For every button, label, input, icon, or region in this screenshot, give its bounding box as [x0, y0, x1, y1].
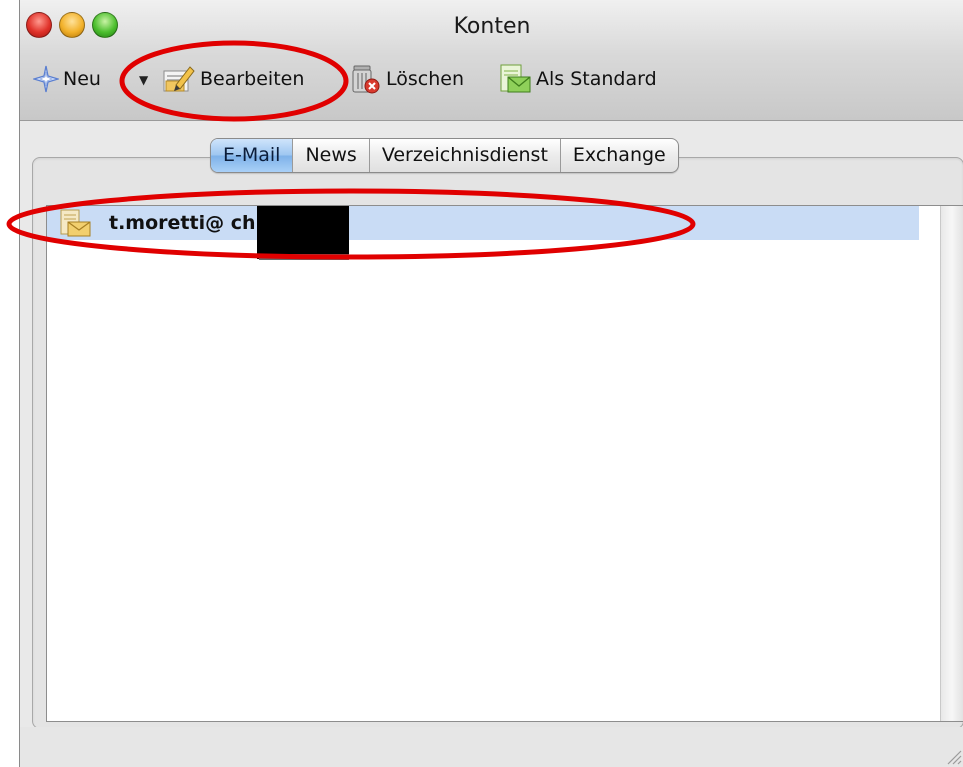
set-default-label: Als Standard	[536, 68, 657, 90]
tab-news[interactable]: News	[292, 139, 368, 172]
default-mail-icon	[498, 63, 532, 95]
set-default-button[interactable]: Als Standard	[498, 63, 657, 95]
mail-account-icon	[59, 207, 93, 239]
toolbar: Neu Bearbeiten Löschen Als Standard	[20, 55, 963, 101]
delete-account-button[interactable]: Löschen	[348, 63, 464, 95]
accounts-window: Konten Neu Bearbeiten Löschen Als Standa…	[19, 0, 963, 767]
account-list[interactable]: t.moretti@ ch (POP)	[46, 205, 963, 722]
redaction-box	[257, 206, 349, 259]
tab-email[interactable]: E-Mail	[211, 139, 293, 172]
edit-account-label: Bearbeiten	[200, 68, 305, 90]
edit-pencil-icon	[162, 63, 196, 95]
window-bottom-bar	[20, 727, 963, 767]
account-row[interactable]: t.moretti@ ch (POP)	[47, 206, 919, 260]
redaction-shadow	[259, 254, 349, 260]
vertical-scrollbar[interactable]	[940, 206, 963, 721]
new-account-label: Neu	[63, 68, 101, 90]
resize-grip-icon[interactable]	[944, 747, 962, 765]
edit-account-button[interactable]: Bearbeiten	[162, 63, 304, 95]
titlebar: Konten Neu Bearbeiten Löschen Als Standa…	[20, 0, 963, 121]
tab-directory-service[interactable]: Verzeichnisdienst	[368, 139, 560, 172]
new-dropdown-arrow-icon[interactable]: ▼	[139, 73, 148, 87]
tab-exchange[interactable]: Exchange	[559, 139, 678, 172]
trash-icon	[348, 63, 382, 95]
delete-account-label: Löschen	[386, 68, 464, 90]
new-account-button[interactable]: Neu	[31, 63, 101, 95]
window-title: Konten	[453, 14, 531, 39]
sparkle-icon	[31, 65, 61, 93]
account-type-tabs: E-Mail News Verzeichnisdienst Exchange	[210, 138, 679, 173]
